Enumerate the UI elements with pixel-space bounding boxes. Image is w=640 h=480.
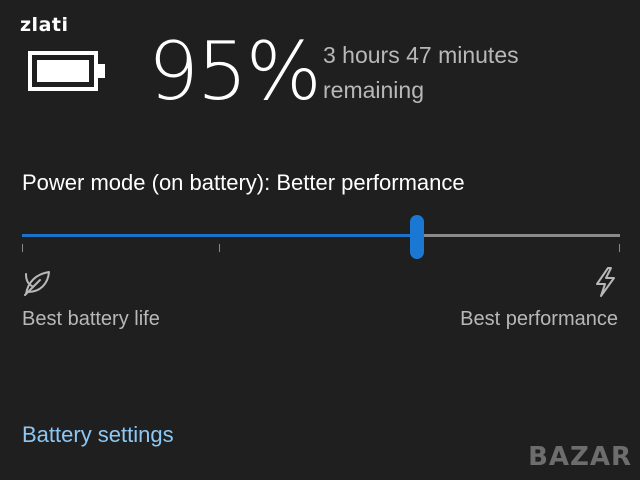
battery-time-remaining: 3 hours 47 minutes remaining	[323, 42, 519, 103]
slider-tick	[22, 244, 23, 252]
best-battery-life-label: Best battery life	[22, 308, 160, 330]
watermark-username: zlati	[20, 14, 69, 36]
slider-tick	[219, 244, 220, 252]
best-performance-label: Best performance	[460, 308, 618, 330]
slider-tick	[619, 244, 620, 252]
leaf-icon	[24, 271, 50, 296]
power-mode-label: Power mode (on battery): Better performa…	[22, 170, 465, 195]
power-mode-slider[interactable]	[22, 215, 620, 259]
lightning-bolt-icon	[596, 267, 615, 297]
battery-full-icon	[28, 51, 105, 91]
slider-thumb[interactable]	[409, 215, 424, 259]
battery-percentage: 95%	[148, 25, 322, 118]
slider-fill	[22, 234, 417, 237]
watermark-logo: BAZAR	[528, 442, 632, 472]
battery-settings-link[interactable]: Battery settings	[22, 420, 174, 450]
